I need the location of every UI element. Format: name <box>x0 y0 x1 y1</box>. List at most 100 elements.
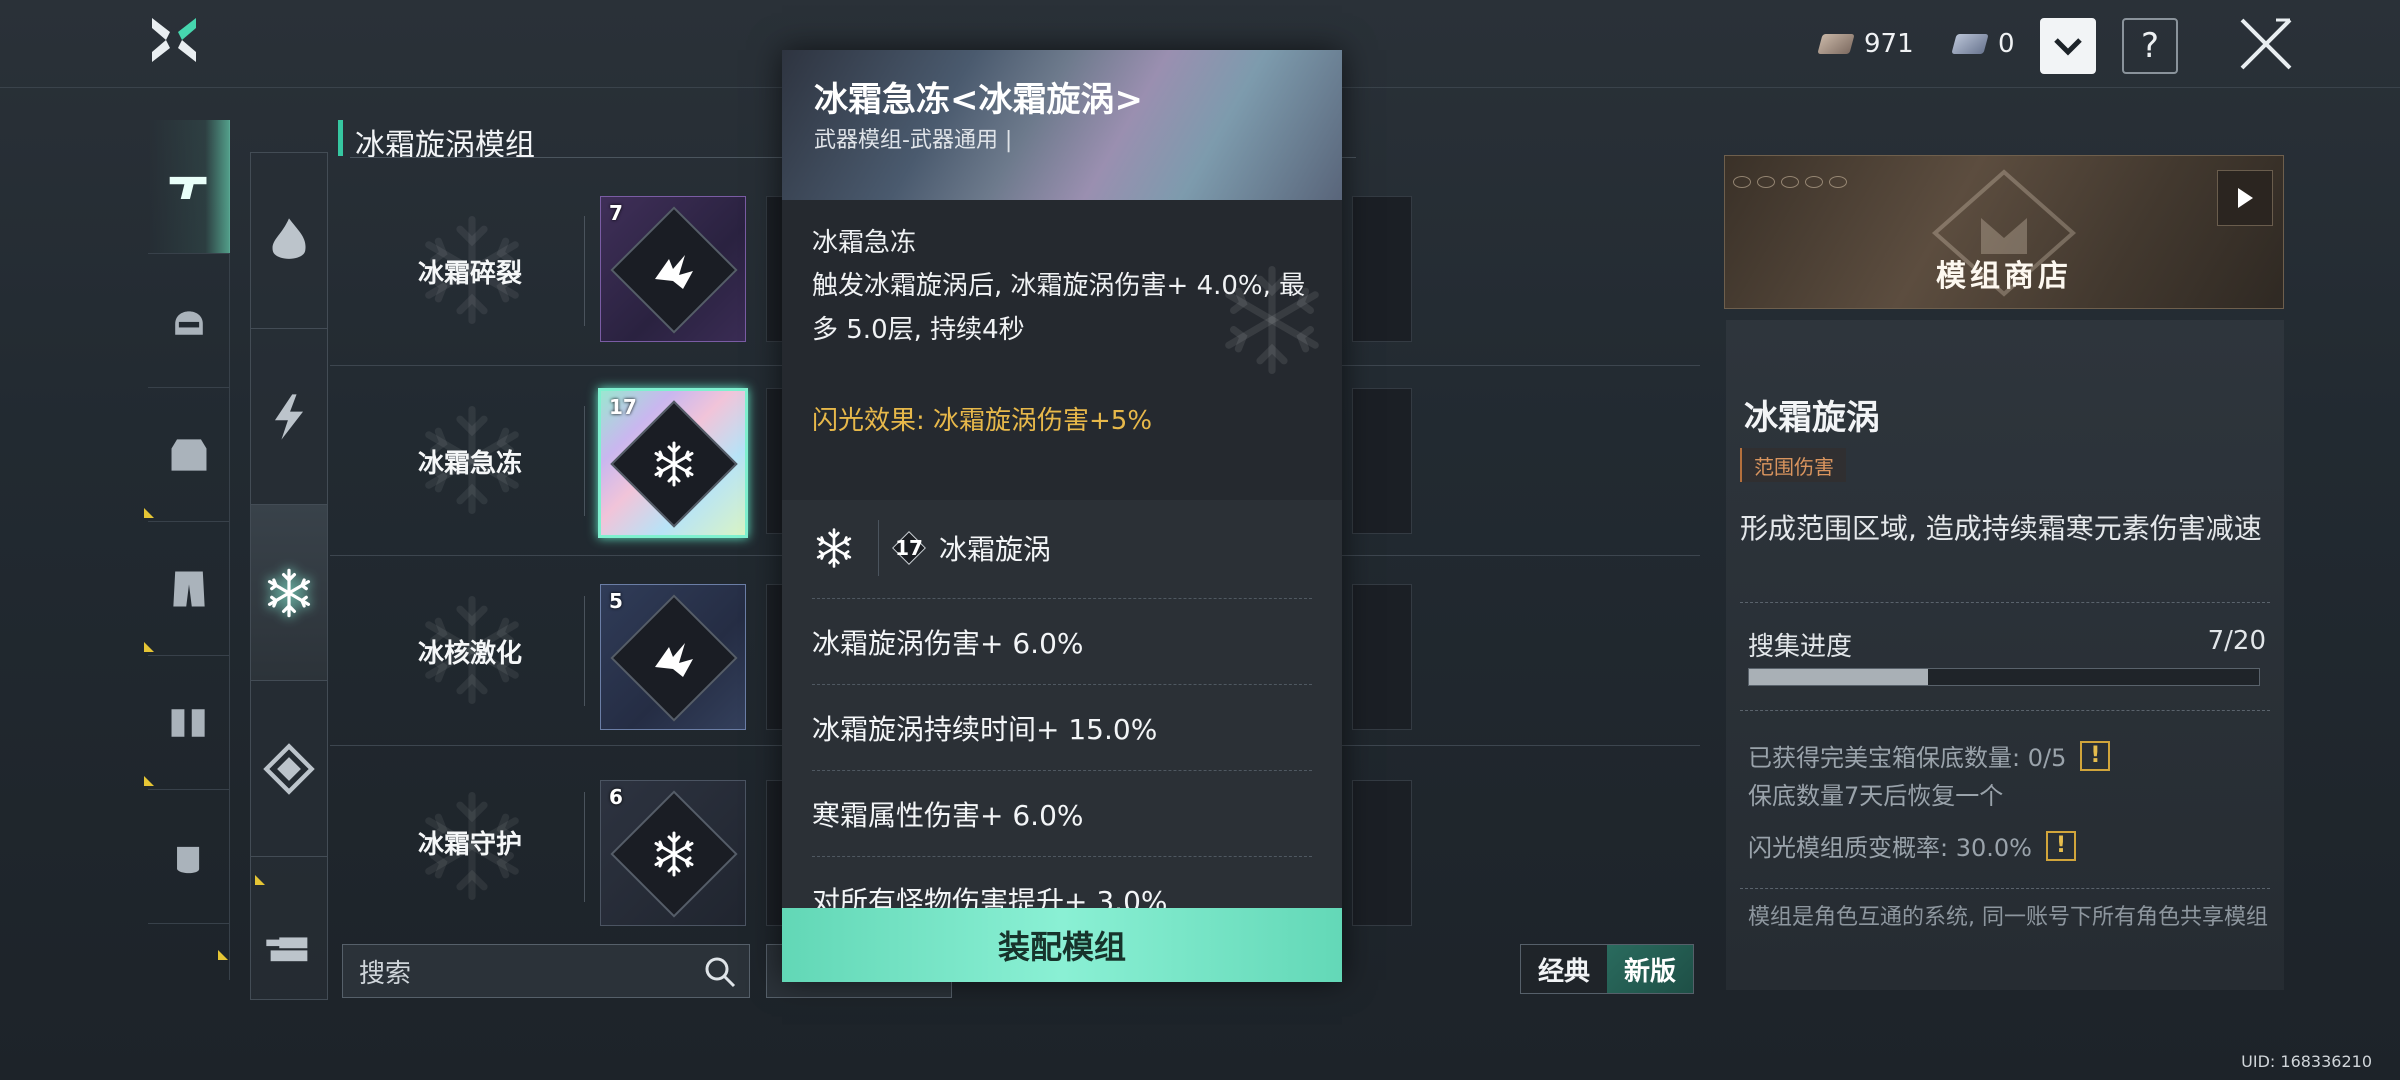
description-text: 触发冰霜旋涡后, 冰霜旋涡伤害+ 4.0%, 最多 5.0层, 持续4秒 <box>812 271 1306 345</box>
search-icon[interactable] <box>703 955 737 989</box>
search-input[interactable]: 搜索 <box>342 944 750 998</box>
popup-description: 冰霜急冻 触发冰霜旋涡后, 冰霜旋涡伤害+ 4.0%, 最多 5.0层, 持续4… <box>782 200 1342 500</box>
module-card[interactable]: 6 <box>600 780 746 926</box>
nav-boots[interactable] <box>144 642 230 790</box>
help-button[interactable]: ? <box>2122 18 2178 74</box>
progress-label: 搜集进度 <box>1748 632 1853 662</box>
module-card-hidden[interactable] <box>1352 388 1412 534</box>
module-shop-banner[interactable]: 模组商店 <box>1724 155 2284 309</box>
divider <box>1740 710 2270 711</box>
nav-pants[interactable] <box>144 508 230 656</box>
shop-open-button[interactable] <box>2217 170 2273 226</box>
shatter-arrow-icon <box>655 255 693 289</box>
stat-line: 冰霜旋涡持续时间+ 15.0% <box>812 684 1312 770</box>
shatter-arrow-icon <box>655 643 693 677</box>
category-turret[interactable] <box>251 857 327 1033</box>
notice-marker <box>144 776 154 786</box>
lightning-icon <box>274 393 304 440</box>
level-badge: 17 <box>892 531 926 565</box>
stat-line: 冰霜旋涡伤害+ 6.0% <box>812 598 1312 684</box>
row-separator <box>584 216 585 326</box>
card-level: 5 <box>609 589 623 613</box>
row-separator <box>584 792 585 902</box>
notice-marker <box>255 875 265 885</box>
close-icon[interactable] <box>2236 14 2296 74</box>
nav-gloves[interactable] <box>144 776 230 924</box>
toggle-classic[interactable]: 经典 <box>1521 945 1607 993</box>
category-crystal[interactable] <box>251 681 327 857</box>
notice-marker <box>144 642 154 652</box>
category-fire[interactable] <box>251 153 327 329</box>
game-logo-icon <box>152 18 196 62</box>
currency-2: 0 <box>1951 26 2015 62</box>
glove-icon <box>177 846 200 873</box>
module-card[interactable]: 7 <box>600 196 746 342</box>
row-label: 冰核激化 <box>350 556 590 746</box>
category-lightning[interactable] <box>251 329 327 505</box>
equip-module-button[interactable]: 装配模组 <box>782 908 1342 982</box>
flame-icon <box>272 217 306 259</box>
category-frost[interactable] <box>251 505 327 681</box>
popup-header: 冰霜急冻<冰霜旋涡> 武器模组-武器通用 | <box>782 50 1342 200</box>
search-placeholder: 搜索 <box>359 958 412 989</box>
progress-bar <box>1748 668 2260 686</box>
guarantee-line: 已获得完美宝箱保底数量: 0/5 ! <box>1748 738 2111 773</box>
help-label: ? <box>2140 26 2160 66</box>
guarantee-text: 已获得完美宝箱保底数量: 0/5 <box>1748 744 2067 772</box>
module-system-note: 模组是角色互通的系统, 同一账号下所有角色共享模组 <box>1748 905 2268 930</box>
module-card[interactable]: 5 <box>600 584 746 730</box>
sub-module-header: 17 冰霜旋涡 <box>812 520 1312 576</box>
module-category-list <box>250 152 328 1000</box>
module-info-panel: 冰霜旋涡 范围伤害 形成范围区域, 造成持续霜寒元素伤害减速 搜集进度 7/20… <box>1726 320 2284 990</box>
progress-bar-fill <box>1749 669 1928 685</box>
user-id: UID: 168336210 <box>2241 1052 2372 1071</box>
progress-value: 7/20 <box>2207 626 2266 656</box>
module-set-name: 冰霜旋涡 <box>1744 398 1880 438</box>
flash-rate-text: 闪光模组质变概率: 30.0% <box>1748 834 2032 862</box>
chevron-down-icon <box>2054 38 2082 56</box>
nav-helmet[interactable] <box>148 254 230 388</box>
nav-weapon[interactable] <box>148 120 230 254</box>
module-card-hidden[interactable] <box>1352 584 1412 730</box>
row-label: 冰霜碎裂 <box>350 176 590 366</box>
stat-line: 寒霜属性伤害+ 6.0% <box>812 770 1312 856</box>
card-level: 6 <box>609 785 623 809</box>
divider <box>1740 888 2270 889</box>
crystal-icon <box>263 742 315 795</box>
description-name: 冰霜急冻 <box>812 228 917 258</box>
info-icon[interactable]: ! <box>2080 740 2111 771</box>
pistol-icon <box>169 176 207 199</box>
snowflake-icon <box>816 528 852 568</box>
divider <box>878 520 879 576</box>
row-separator <box>584 406 585 516</box>
nav-armor[interactable] <box>148 388 230 522</box>
ticket-icon <box>1817 34 1855 54</box>
flash-rate-line: 闪光模组质变概率: 30.0% ! <box>1748 828 2076 863</box>
snowflake-icon <box>654 441 694 487</box>
currency-1-value: 971 <box>1864 29 1914 59</box>
sub-module-name: 冰霜旋涡 <box>939 533 1052 566</box>
currency-1: 971 <box>1817 26 1914 62</box>
flash-effect-text: 闪光效果: 冰霜旋涡伤害+5% <box>812 406 1153 436</box>
pants-icon <box>173 571 205 606</box>
shop-title: 模组商店 <box>1936 259 2072 294</box>
turret-icon <box>266 937 308 962</box>
row-label: 冰霜守护 <box>350 752 590 932</box>
module-detail-popup: 冰霜急冻<冰霜旋涡> 武器模组-武器通用 | 冰霜急冻 触发冰霜旋涡后, 冰霜旋… <box>782 50 1342 982</box>
module-card-selected[interactable]: 17 <box>598 388 748 538</box>
row-label: 冰霜急冻 <box>350 366 590 556</box>
module-set-description: 形成范围区域, 造成持续霜寒元素伤害减速 <box>1740 512 2262 545</box>
toggle-new[interactable]: 新版 <box>1607 945 1693 993</box>
armor-icon <box>171 438 207 471</box>
card-level: 17 <box>609 395 637 419</box>
helmet-icon <box>175 310 203 335</box>
snowflake-icon <box>654 831 694 877</box>
module-card-hidden[interactable] <box>1352 780 1412 926</box>
popup-subtitle: 武器模组-武器通用 | <box>814 128 1013 153</box>
module-card-hidden[interactable] <box>1352 196 1412 342</box>
popup-stats-section: 17 冰霜旋涡 冰霜旋涡伤害+ 6.0% 冰霜旋涡持续时间+ 15.0% 寒霜属… <box>782 500 1342 960</box>
info-icon[interactable]: ! <box>2045 830 2076 861</box>
version-toggle: 经典 新版 <box>1520 944 1694 994</box>
dropdown-button[interactable] <box>2040 18 2096 74</box>
play-arrow-icon <box>2238 188 2253 208</box>
